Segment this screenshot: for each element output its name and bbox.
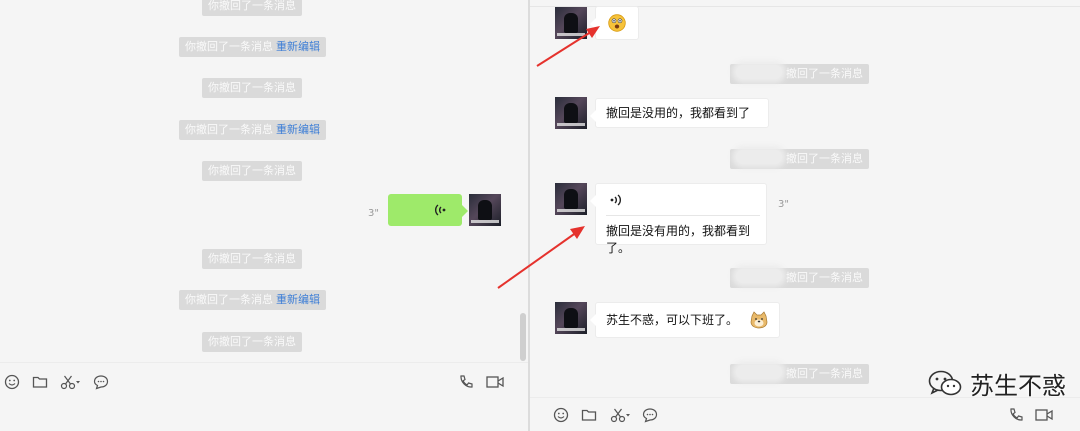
wechat-logo-icon: [928, 370, 962, 395]
blurred-name: [736, 65, 782, 79]
emoji-message-bubble[interactable]: [590, 6, 639, 40]
folder-icon[interactable]: [31, 373, 49, 391]
input-toolbar: [0, 362, 528, 404]
message-text: 苏生不惑，可以下班了。: [606, 313, 739, 327]
scissors-icon[interactable]: [59, 373, 83, 391]
blurred-name: [736, 150, 782, 164]
text-message-bubble[interactable]: 撤回是没用的，我都看到了: [590, 98, 769, 128]
voice-transcription-text: 撤回是没有用的，我都看到了。: [606, 224, 751, 255]
chat-bubble-icon[interactable]: [92, 373, 110, 391]
recall-notice: 你撤回了一条消息 重新编辑: [179, 290, 326, 310]
avatar[interactable]: [555, 7, 587, 39]
recall-notice: 你撤回了一条消息 重新编辑: [179, 120, 326, 140]
avatar[interactable]: [555, 302, 587, 334]
recall-notice: 撤回了一条消息: [730, 364, 869, 384]
recall-notice: 你撤回了一条消息: [202, 0, 302, 16]
watermark: 苏生不惑: [928, 366, 1066, 401]
chat-bubble-icon[interactable]: [641, 406, 659, 424]
shocked-face-emoji-icon: [608, 14, 626, 32]
voice-duration: 3": [778, 199, 789, 210]
voice-duration: 3": [368, 208, 379, 219]
scrollbar-thumb[interactable]: [520, 313, 526, 361]
video-icon[interactable]: [485, 373, 505, 391]
recall-notice: 你撤回了一条消息: [202, 78, 302, 98]
input-toolbar: [530, 397, 1080, 431]
text-message-bubble[interactable]: 苏生不惑，可以下班了。: [590, 302, 780, 338]
voice-wave-icon: [610, 194, 622, 206]
scissors-icon[interactable]: [609, 406, 633, 424]
phone-icon[interactable]: [1007, 406, 1025, 424]
re-edit-link[interactable]: 重新编辑: [276, 40, 320, 53]
blurred-name: [736, 269, 782, 283]
chat-screenshot: 你撤回了一条消息 你撤回了一条消息 重新编辑 你撤回了一条消息 你撤回了一条消息重…: [0, 0, 1080, 431]
blurred-name: [736, 365, 782, 379]
avatar[interactable]: [469, 194, 501, 226]
recall-notice: 你撤回了一条消息: [202, 332, 302, 352]
recall-notice: 撤回了一条消息: [730, 149, 869, 169]
emoji-icon[interactable]: [3, 373, 21, 391]
folder-icon[interactable]: [580, 406, 598, 424]
voice-transcription-bubble[interactable]: 撤回是没有用的，我都看到了。: [590, 183, 767, 255]
watermark-text: 苏生不惑: [970, 372, 1066, 400]
voice-message-bubble[interactable]: [388, 194, 468, 226]
left-chat-pane: 你撤回了一条消息 你撤回了一条消息 重新编辑 你撤回了一条消息 你撤回了一条消息重…: [0, 0, 528, 431]
video-icon[interactable]: [1034, 406, 1054, 424]
phone-icon[interactable]: [457, 373, 475, 391]
avatar[interactable]: [555, 183, 587, 215]
input-area[interactable]: [0, 404, 528, 431]
recall-notice: 撤回了一条消息: [730, 64, 869, 84]
recall-notice: 你撤回了一条消息: [202, 161, 302, 181]
voice-wave-icon: [434, 204, 446, 216]
re-edit-link[interactable]: 重新编辑: [276, 293, 320, 306]
recall-notice: 你撤回了一条消息: [202, 249, 302, 269]
recall-notice: 撤回了一条消息: [730, 268, 869, 288]
avatar[interactable]: [555, 97, 587, 129]
bubble-divider: [606, 215, 760, 216]
doge-emoji-icon: [750, 311, 768, 329]
message-text: 撤回是没用的，我都看到了: [606, 106, 751, 120]
recall-notice: 你撤回了一条消息 重新编辑: [179, 37, 326, 57]
re-edit-link[interactable]: 重新编辑: [276, 123, 320, 136]
emoji-icon[interactable]: [552, 406, 570, 424]
